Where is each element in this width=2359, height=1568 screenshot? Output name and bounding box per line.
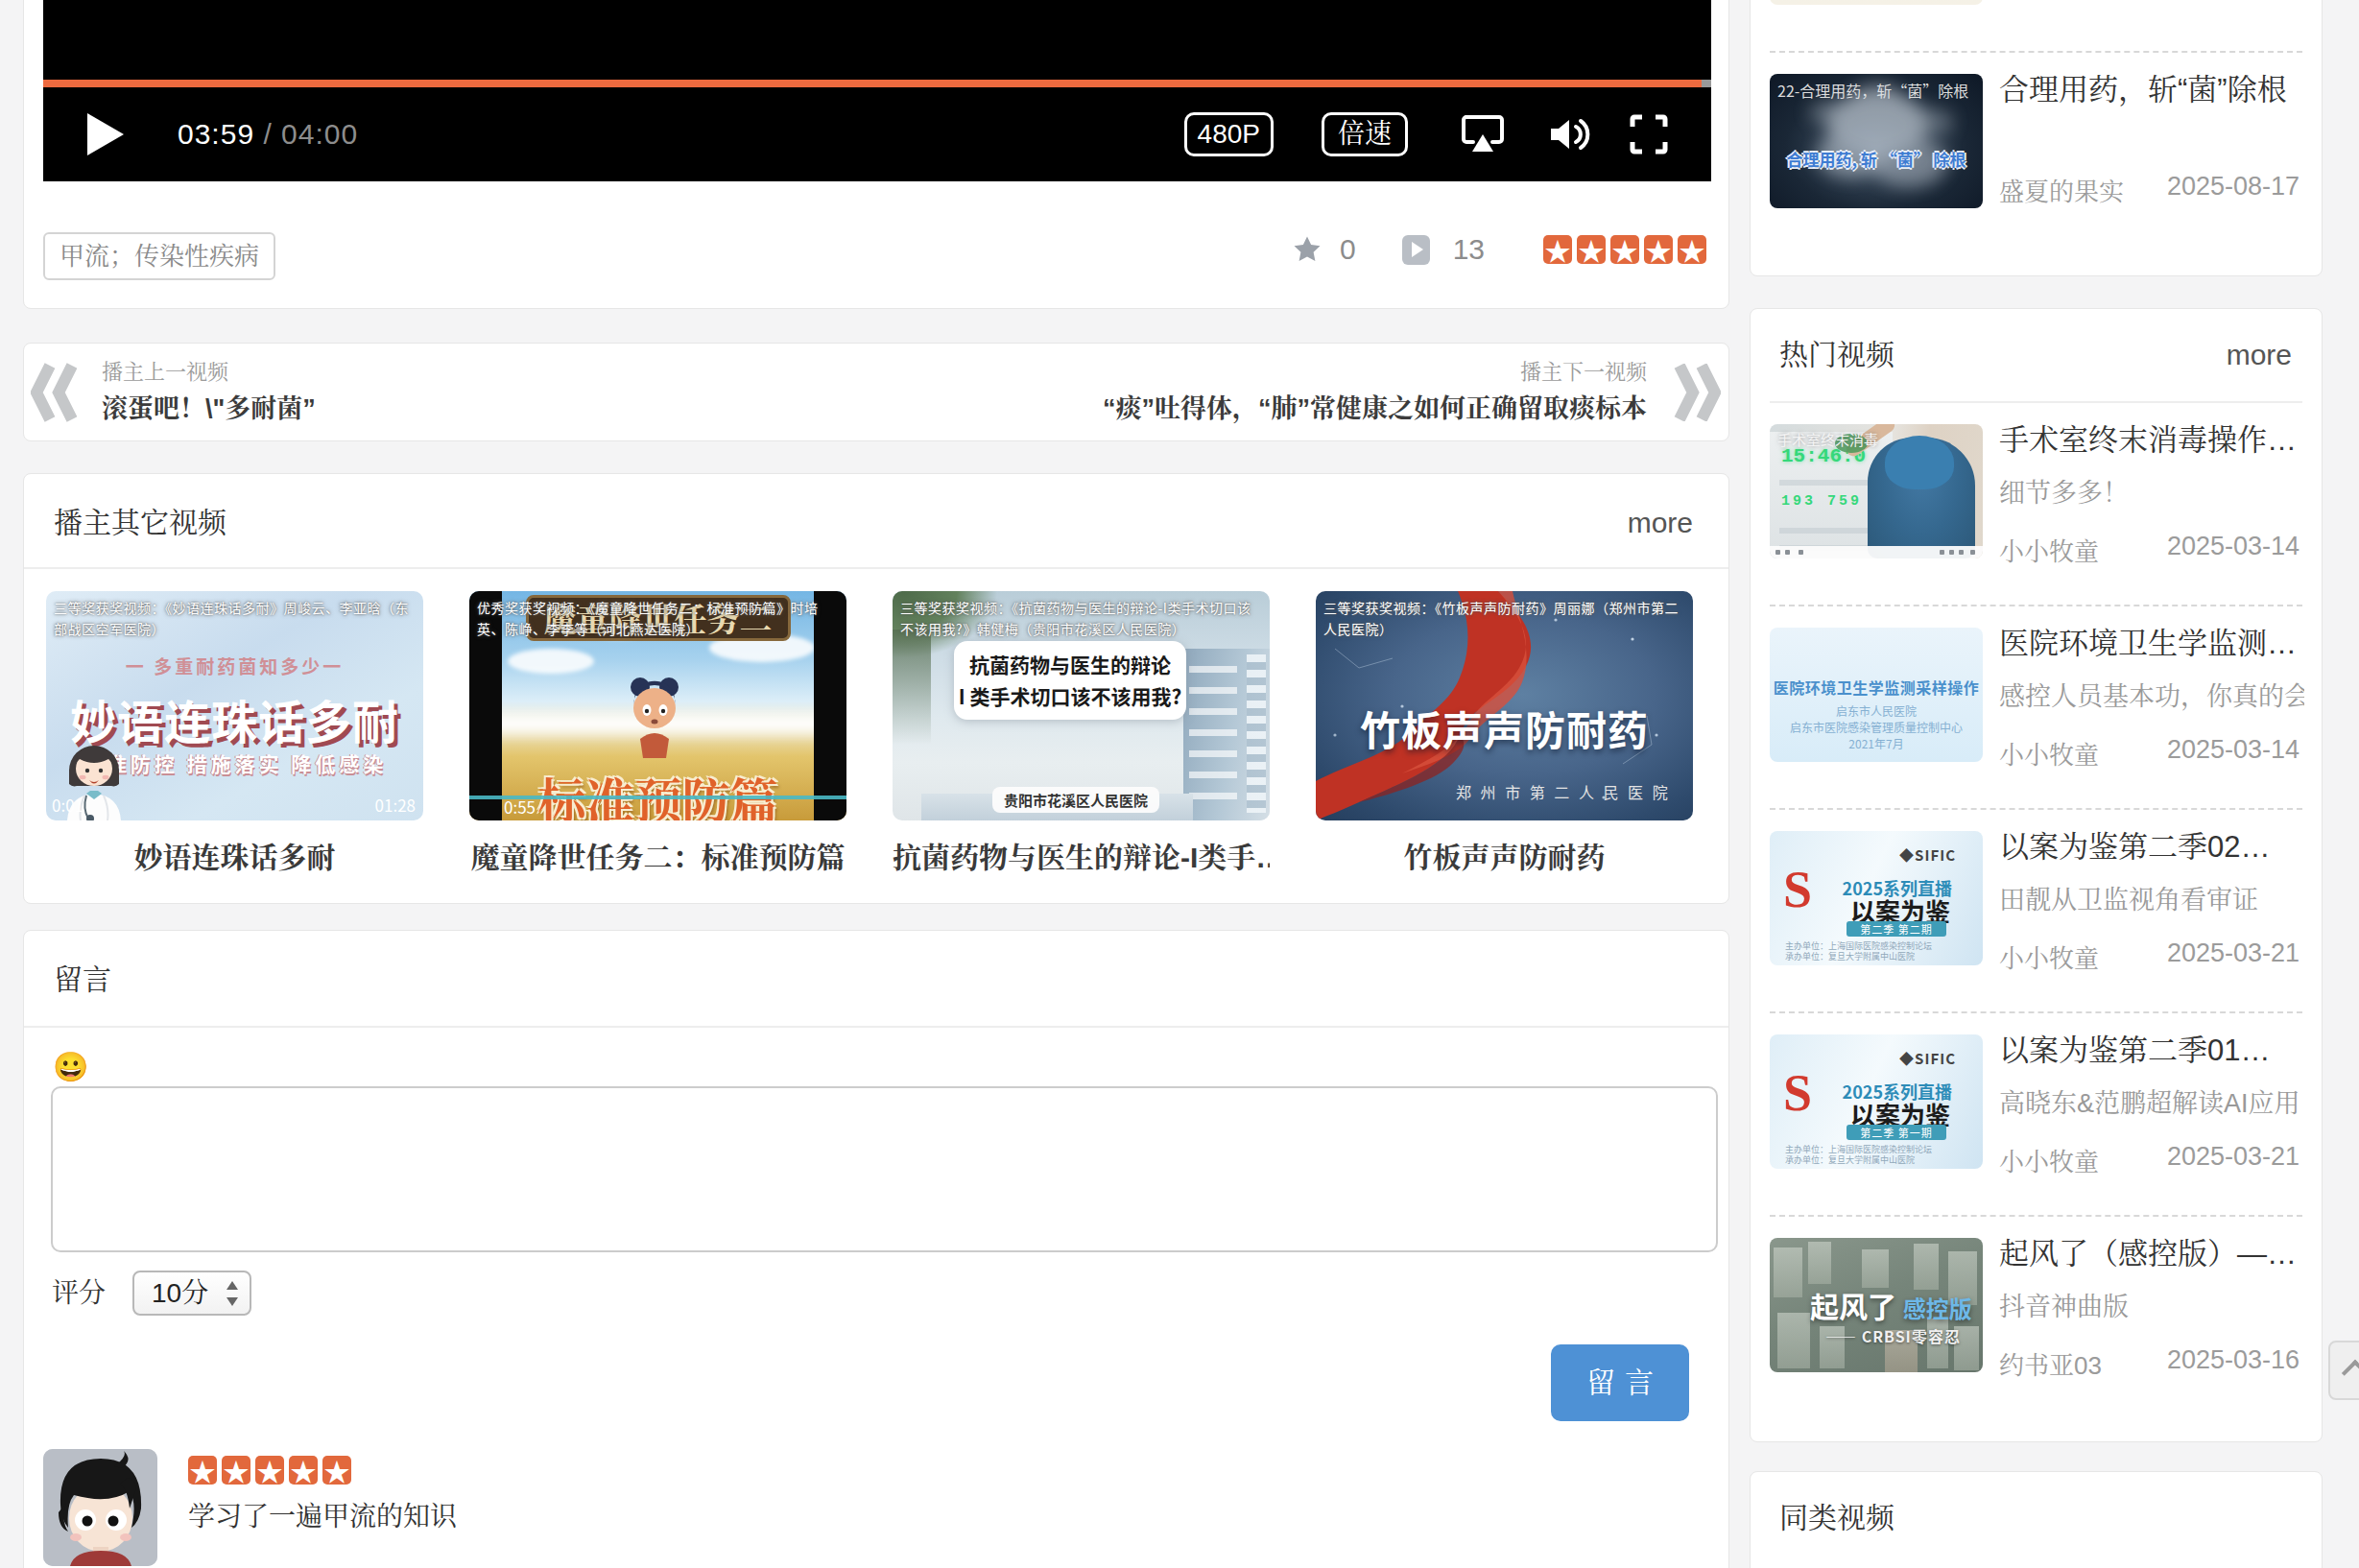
emoji-btn[interactable]: 😀 — [53, 1051, 88, 1083]
fav-count: 0 — [1340, 233, 1356, 266]
hot-item-1[interactable]: 15:46:0 193 759 手术室终末消毒 手术室终末消毒操作… 细节多多！… — [1770, 403, 2302, 606]
video-item-2[interactable]: 魔童降世任务二 优秀奖获奖视频：《魔童降世任务二：标准预防篇》时培英、陈峥、李李… — [469, 591, 846, 876]
submit-comment[interactable]: 留言 — [1551, 1344, 1689, 1421]
hot-more[interactable]: more — [2227, 339, 2292, 371]
player-card: 03:59 / 04:00 480P 倍速 — [23, 0, 1729, 309]
video-item-1[interactable]: 三等奖获奖视频：《妙语连珠话多耐》周峻云、李亚晗（东部战区空军医院） 一 多重耐… — [46, 591, 423, 876]
speed[interactable]: 倍速 — [1322, 112, 1408, 156]
comment-input[interactable] — [51, 1086, 1718, 1252]
more-link[interactable]: more — [1628, 507, 1693, 539]
fav-icon — [1293, 235, 1322, 264]
progress-bar — [43, 80, 1711, 87]
uploader-videos-card: 播主其它视频 more 三等奖获奖视频：《妙语连珠话多耐》周峻云、李亚晗（东部战… — [23, 473, 1729, 904]
similar-card: 同类视频 — [1750, 1471, 2323, 1568]
similar-title: 同类视频 — [1779, 1499, 2293, 1537]
related-card: 22-合理用药，斩“菌”除根 合理用药, 斩 “菌” 除根 合理用药，斩“菌”除… — [1750, 0, 2323, 276]
comment-card: 留言 😀 评分 10分 留言 — [23, 930, 1729, 1568]
video-play-page: 03:59 / 04:00 480P 倍速 — [0, 0, 2359, 1568]
hot-item-4[interactable]: S ◆SIFIC 2025系列直播 以案为鉴 第二季 第一期 主办单位：上海国际… — [1770, 1013, 2302, 1217]
video-item-4[interactable]: 三等奖获奖视频：《竹板声声防耐药》周丽娜（郑州市第二人民医院） 竹板声声防耐药 … — [1316, 591, 1693, 876]
video-item-3[interactable]: 三等奖获奖视频：《抗菌药物与医生的辩论-I类手术切口该不该用我?》韩健梅（贵阳市… — [893, 591, 1270, 876]
play-count: 13 — [1453, 233, 1485, 266]
hot-title: 热门视频 — [1779, 336, 2293, 374]
time: 03:59 / 04:00 — [178, 118, 358, 151]
next-video[interactable]: 播主下一视频 “痰”吐得体，“肺”常健康之如何正确留取痰标本 — [1103, 358, 1647, 428]
player-controls: 03:59 / 04:00 480P 倍速 — [43, 87, 1711, 181]
hot-item-3[interactable]: S ◆SIFIC 2025系列直播 以案为鉴 第二季 第二期 主办单位：上海国际… — [1770, 810, 2302, 1013]
score-select[interactable]: 10分 — [132, 1271, 251, 1316]
quality[interactable]: 480P — [1184, 112, 1274, 156]
airplay — [1461, 113, 1505, 155]
hot-item-5[interactable]: 起风了 感控版 —— CRBSI零容忍 起风了（感控版）—… 抖音神曲版 约书亚… — [1770, 1217, 2302, 1420]
rel-item-0 — [1770, 0, 2302, 53]
rating: ★★★★★ — [1538, 235, 1706, 264]
hot-card: 热门视频 more 15:46:0 193 759 手术室终末消毒 手术室终末消… — [1750, 308, 2323, 1442]
fullscreen — [1629, 113, 1669, 155]
tag-row: 甲流；传染性疾病 0 13 ★★★★★ — [43, 232, 1709, 280]
rel-item-1[interactable]: 22-合理用药，斩“菌”除根 合理用药, 斩 “菌” 除根 合理用药，斩“菌”除… — [1770, 53, 2302, 256]
play-button[interactable] — [87, 113, 124, 155]
prev-next-card: 播主上一视频 滚蛋吧！\"多耐菌” 播主下一视频 “痰”吐得体，“肺”常健康之如… — [23, 343, 1729, 441]
prev-video[interactable]: 播主上一视频 滚蛋吧！\"多耐菌” — [102, 358, 316, 428]
hot-item-2[interactable]: 医院环境卫生学监测采样操作 启东市人民医院启东市医院感染管理质量控制中心2021… — [1770, 606, 2302, 810]
video-player: 03:59 / 04:00 480P 倍速 — [43, 0, 1711, 181]
comment-title: 留言 — [54, 960, 1698, 1000]
sec-title: 播主其它视频 — [54, 503, 1698, 543]
back-to-top[interactable] — [2328, 1341, 2359, 1400]
volume — [1547, 113, 1591, 155]
video-area — [43, 0, 1711, 80]
score-label: 评分 — [52, 1271, 106, 1310]
tag[interactable]: 甲流；传染性疾病 — [43, 232, 275, 280]
play-icon — [1402, 235, 1430, 265]
